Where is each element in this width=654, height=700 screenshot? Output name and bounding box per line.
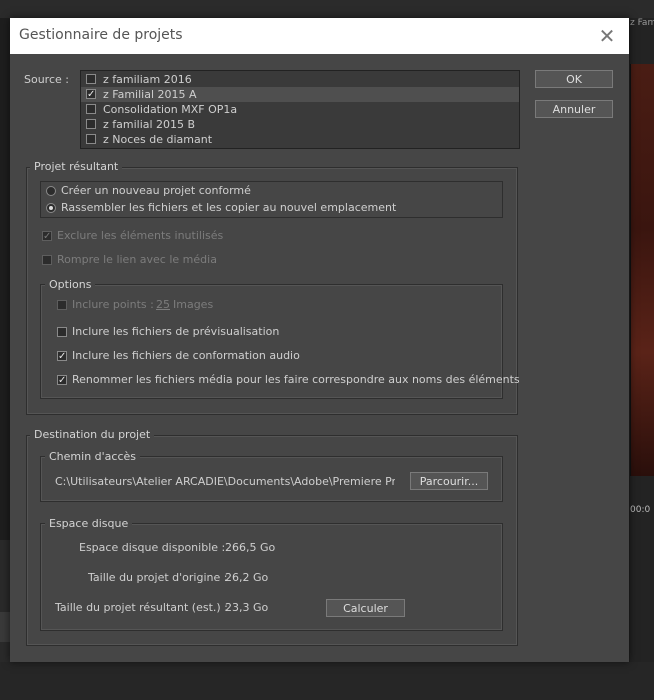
radio-new-project-label[interactable]: Créer un nouveau projet conformé [61, 184, 251, 197]
rename-media-label: Renommer les fichiers média pour les fai… [72, 373, 520, 386]
list-item[interactable]: z familiam 2016 [81, 72, 519, 87]
include-handles-checkbox[interactable] [57, 300, 67, 310]
radio-collect-files-label[interactable]: Rassembler les fichiers et les copier au… [61, 201, 396, 214]
include-preview-checkbox[interactable] [57, 327, 67, 337]
list-item[interactable]: Consolidation MXF OP1a [81, 102, 519, 117]
rename-media-checkbox[interactable]: ✓ [57, 375, 67, 386]
options-legend: Options [45, 278, 96, 291]
include-handles-value[interactable]: 25 [156, 298, 170, 311]
sequence-name: z Familial 2015 A [103, 88, 197, 101]
radio-new-project[interactable] [46, 186, 56, 196]
sequence-name: z familial 2015 B [103, 118, 196, 131]
list-item[interactable]: z familial 2015 B [81, 117, 519, 132]
ok-button[interactable]: OK [535, 70, 613, 88]
list-item[interactable]: z Noces de diamant [81, 132, 519, 147]
available-space-value: 266,5 Go [225, 541, 276, 554]
destination-path: C:\Utilisateurs\Atelier ARCADIE\Document… [55, 475, 395, 488]
radio-collect-files[interactable] [46, 203, 56, 213]
cancel-button[interactable]: Annuler [535, 100, 613, 118]
browse-button[interactable]: Parcourir... [410, 472, 488, 490]
sequence-name: z familiam 2016 [103, 73, 192, 86]
list-item[interactable]: ✓ z Familial 2015 A [81, 87, 519, 102]
include-handles-suffix: Images [173, 298, 214, 311]
sequence-checkbox[interactable] [86, 74, 96, 84]
timeline-strip [0, 612, 10, 642]
destination-legend: Destination du projet [30, 428, 155, 441]
app-top-bar [0, 0, 654, 18]
original-size-value: 26,2 Go [225, 571, 269, 584]
include-preview-label: Inclure les fichiers de prévisualisation [72, 325, 280, 338]
source-sequence-list[interactable]: z familiam 2016 ✓ z Familial 2015 A Cons… [80, 70, 520, 149]
disk-space-legend: Espace disque [45, 517, 133, 530]
sequence-checkbox[interactable] [86, 134, 96, 144]
result-size-label: Taille du projet résultant (est.) : [55, 601, 228, 614]
break-link-checkbox[interactable] [42, 255, 52, 265]
available-space-label: Espace disque disponible : [79, 541, 226, 554]
calculate-button[interactable]: Calculer [326, 599, 405, 617]
close-icon[interactable]: ✕ [595, 24, 619, 48]
sequence-name: z Noces de diamant [103, 133, 213, 146]
timecode-readout: 00:0 [630, 505, 651, 515]
dialog-title: Gestionnaire de projets [19, 27, 183, 43]
resulting-project-legend: Projet résultant [30, 160, 123, 173]
sequence-name: Consolidation MXF OP1a [103, 103, 238, 116]
sequence-checkbox[interactable] [86, 104, 96, 114]
program-monitor-video [630, 64, 654, 476]
path-legend: Chemin d'accès [45, 450, 141, 463]
program-monitor-tab[interactable]: z Fami [630, 18, 654, 32]
sequence-checkbox[interactable]: ✓ [86, 89, 96, 100]
original-size-label: Taille du projet d'origine : [88, 571, 228, 584]
sequence-checkbox[interactable] [86, 119, 96, 129]
include-audio-conform-label: Inclure les fichiers de conformation aud… [72, 349, 300, 362]
project-manager-dialog: Gestionnaire de projets ✕ Source : z fam… [10, 18, 629, 662]
exclude-unused-checkbox[interactable]: ✓ [42, 231, 52, 242]
include-audio-conform-checkbox[interactable]: ✓ [57, 351, 67, 362]
include-handles-prefix: Inclure points : [72, 298, 154, 311]
app-bottom-panel [0, 662, 654, 700]
source-label: Source : [24, 73, 69, 86]
result-size-value: 23,3 Go [225, 601, 269, 614]
exclude-unused-label: Exclure les éléments inutilisés [57, 229, 224, 242]
dialog-titlebar: Gestionnaire de projets ✕ [10, 18, 629, 54]
break-link-label: Rompre le lien avec le média [57, 253, 217, 266]
